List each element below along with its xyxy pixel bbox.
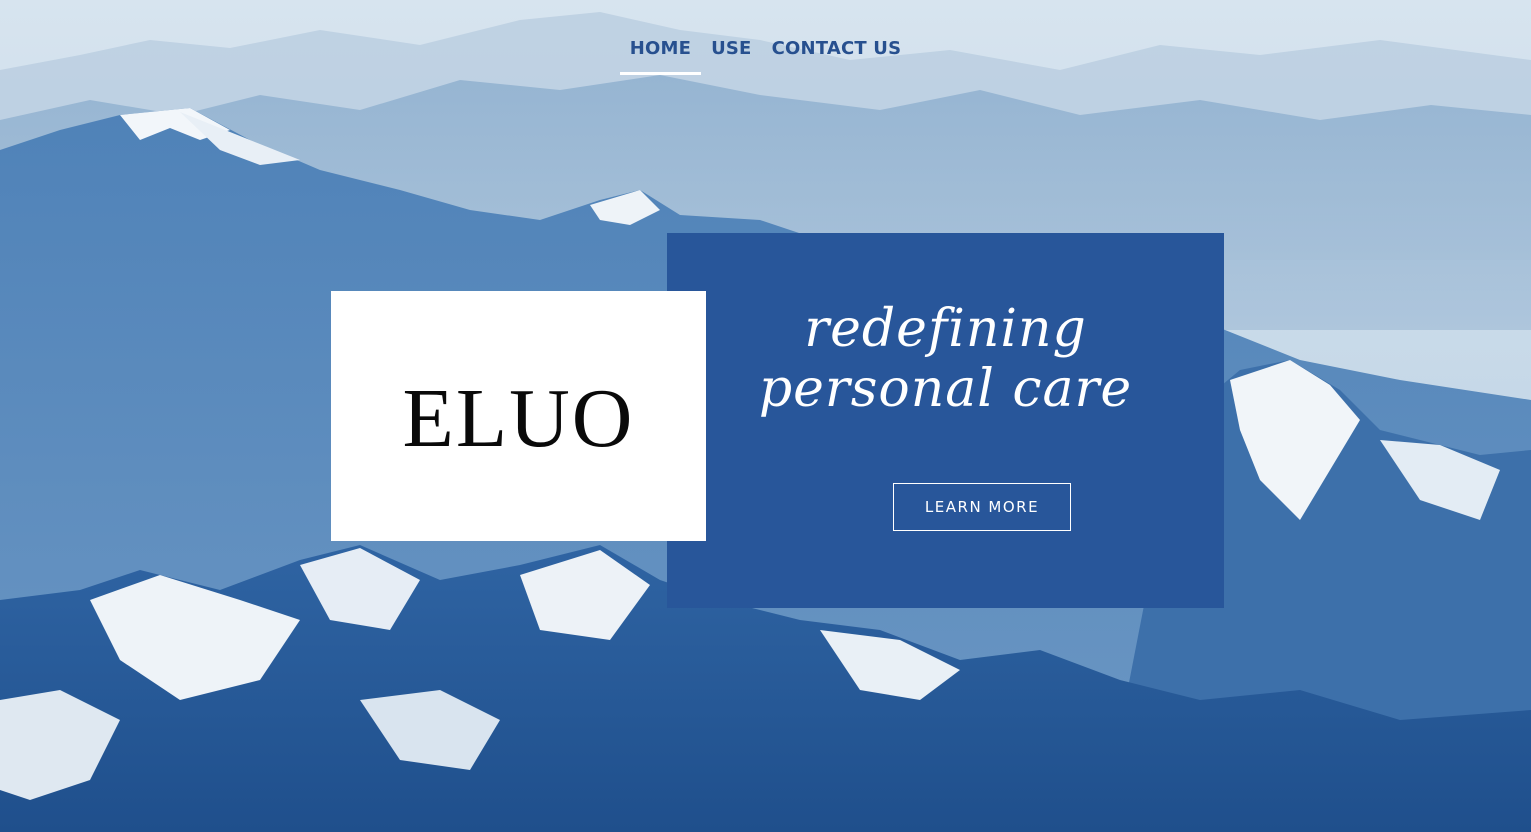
- hero-section: HOME USE CONTACT US ELUO redefining pers…: [0, 0, 1531, 832]
- brand-logo: ELUO: [402, 371, 635, 465]
- main-nav: HOME USE CONTACT US: [0, 36, 1531, 75]
- tagline: redefining personal care: [667, 299, 1224, 419]
- nav-item-use[interactable]: USE: [701, 36, 761, 75]
- logo-card: ELUO: [331, 291, 706, 541]
- tagline-line-2: personal care: [758, 359, 1133, 419]
- tagline-line-1: redefining: [804, 299, 1087, 359]
- learn-more-button[interactable]: LEARN MORE: [893, 483, 1071, 531]
- nav-item-contact-us[interactable]: CONTACT US: [762, 36, 912, 75]
- tagline-card: redefining personal care LEARN MORE: [667, 233, 1224, 608]
- nav-item-home[interactable]: HOME: [619, 36, 702, 75]
